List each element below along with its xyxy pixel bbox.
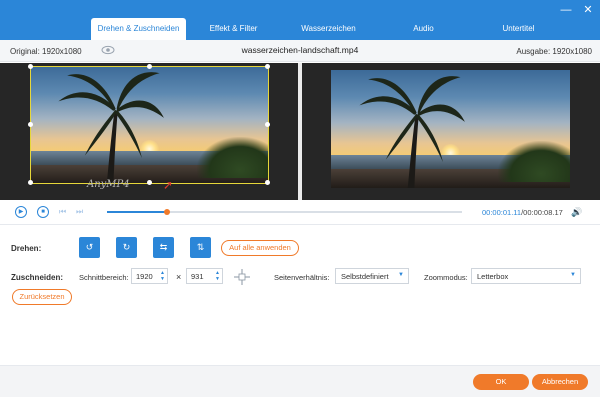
progress-handle[interactable] — [164, 209, 171, 215]
zoom-mode-value: Letterbox — [477, 272, 509, 281]
output-resolution: Ausgabe: 1920x1080 — [516, 47, 592, 56]
original-preview: AnyMP4 ➚ — [0, 63, 298, 200]
crop-handle[interactable] — [265, 122, 270, 127]
play-button[interactable]: ▶ — [15, 206, 27, 218]
crop-handle[interactable] — [146, 180, 152, 185]
crop-handle[interactable] — [28, 180, 33, 185]
dialog-footer: OK Abbrechen — [0, 365, 600, 397]
crop-handle[interactable] — [28, 122, 33, 127]
stop-button[interactable]: ■ — [37, 206, 49, 218]
rotate-label: Drehen: — [11, 244, 42, 253]
tab-watermark[interactable]: Wasserzeichen — [281, 18, 376, 40]
chevron-down-icon: ▼ — [398, 272, 404, 278]
crop-handle[interactable] — [146, 64, 152, 69]
times-sign: × — [176, 272, 182, 282]
flip-horizontal-button[interactable]: ⇆ — [153, 237, 174, 258]
divider — [0, 224, 600, 225]
output-preview — [302, 63, 600, 200]
aspect-ratio-value: Selbstdefiniert — [341, 272, 389, 281]
stepper-arrows-icon[interactable]: ▲ ▼ — [160, 270, 165, 282]
arrow-icon: ➚ — [163, 178, 174, 192]
minimize-icon[interactable]: — — [560, 4, 572, 16]
rotate-right-button[interactable]: ↻ — [116, 237, 137, 258]
volume-icon[interactable]: 🔊 — [571, 207, 582, 218]
tab-audio[interactable]: Audio — [376, 18, 471, 40]
crop-height-input[interactable]: 931 ▲ ▼ — [186, 268, 223, 284]
info-bar: Original: 1920x1080 wasserzeichen-landsc… — [0, 40, 600, 62]
ok-button[interactable]: OK — [473, 374, 529, 390]
title-bar: — ✕ Drehen & Zuschneiden Effekt & Filter… — [0, 0, 600, 40]
zoom-mode-select[interactable]: Letterbox ▼ — [471, 268, 581, 284]
crop-frame[interactable] — [28, 64, 270, 185]
flip-vertical-button[interactable]: ⇅ — [190, 237, 211, 258]
aspect-ratio-label: Seitenverhältnis: — [274, 273, 330, 282]
chevron-down-icon: ▼ — [570, 272, 576, 278]
tab-effects-filter[interactable]: Effekt & Filter — [186, 18, 281, 40]
apply-to-all-button[interactable]: Auf alle anwenden — [221, 240, 299, 256]
reset-button[interactable]: Zurücksetzen — [12, 289, 72, 305]
total-time: 00:00:08.17 — [523, 208, 563, 217]
close-icon[interactable]: ✕ — [582, 4, 594, 16]
tab-rotate-crop[interactable]: Drehen & Zuschneiden — [91, 18, 186, 40]
zoom-mode-label: Zoommodus: — [424, 273, 468, 282]
palm-tree-image — [359, 76, 465, 188]
previous-frame-icon[interactable]: ⏮ — [59, 207, 66, 217]
crop-width-input[interactable]: 1920 ▲ ▼ — [131, 268, 168, 284]
tab-subtitles[interactable]: Untertitel — [471, 18, 566, 40]
next-frame-icon[interactable]: ⏭ — [76, 207, 83, 217]
aspect-ratio-select[interactable]: Selbstdefiniert ▼ — [335, 268, 409, 284]
crop-width-value: 1920 — [136, 272, 153, 281]
current-time: 00:00:01.11 — [482, 208, 522, 217]
center-crop-icon[interactable] — [233, 268, 251, 286]
time-display: 00:00:01.11/00:00:08.17 — [482, 208, 563, 217]
window-controls: — ✕ — [560, 4, 594, 16]
output-video-frame — [331, 70, 570, 188]
crop-height-value: 931 — [191, 272, 204, 281]
editor-tabs: Drehen & Zuschneiden Effekt & Filter Was… — [91, 18, 566, 40]
crop-handle[interactable] — [265, 64, 270, 69]
progress-fill — [107, 211, 168, 213]
stepper-arrows-icon[interactable]: ▲ ▼ — [215, 270, 220, 282]
player-controls: ▶ ■ ⏮ ⏭ 00:00:01.11/00:00:08.17 🔊 — [0, 200, 600, 224]
file-name: wasserzeichen-landschaft.mp4 — [241, 45, 359, 55]
crop-label: Zuschneiden: — [11, 273, 64, 282]
crop-handle[interactable] — [265, 180, 270, 185]
crop-handle[interactable] — [28, 64, 33, 69]
crop-area-label: Schnittbereich: — [79, 273, 129, 282]
cancel-button[interactable]: Abbrechen — [532, 374, 588, 390]
progress-slider[interactable] — [107, 209, 462, 215]
preview-area: AnyMP4 ➚ — [0, 63, 600, 200]
rotate-left-button[interactable]: ↺ — [79, 237, 100, 258]
watermark-text: AnyMP4 — [87, 179, 130, 190]
